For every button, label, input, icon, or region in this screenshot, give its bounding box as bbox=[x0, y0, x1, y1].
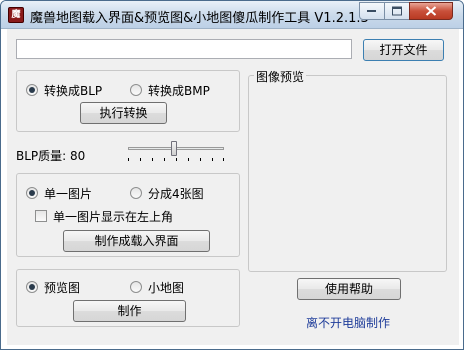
radio-to-bmp[interactable] bbox=[130, 84, 142, 96]
footer-credit: 离不开电脑制作 bbox=[306, 316, 391, 330]
slider-tick bbox=[176, 158, 177, 161]
minimize-icon bbox=[367, 10, 376, 12]
run-convert-button[interactable]: 执行转换 bbox=[80, 102, 167, 124]
topleft-checkbox-label[interactable]: 单一图片显示在左上角 bbox=[53, 208, 173, 225]
radio-preview-label[interactable]: 预览图 bbox=[44, 279, 80, 296]
slider-tick bbox=[128, 158, 129, 161]
make-button[interactable]: 制作 bbox=[73, 300, 186, 322]
window-title: 魔兽地图载入界面&预览图&小地图傻瓜制作工具 V1.2.1.3 bbox=[30, 11, 369, 26]
image-preview-group bbox=[248, 75, 447, 272]
radio-single-image[interactable] bbox=[26, 187, 38, 199]
blp-quality-slider[interactable] bbox=[125, 141, 227, 163]
slider-tick bbox=[212, 158, 213, 161]
slider-tick bbox=[164, 158, 165, 161]
slider-thumb[interactable] bbox=[171, 141, 178, 156]
close-button[interactable] bbox=[409, 2, 453, 20]
radio-minimap-label[interactable]: 小地图 bbox=[148, 279, 184, 296]
slider-tick bbox=[152, 158, 153, 161]
blp-quality-label: BLP质量: 80 bbox=[16, 149, 86, 163]
convert-panel: 转换成BLP 转换成BMP 执行转换 bbox=[16, 70, 240, 132]
slider-tick bbox=[140, 158, 141, 161]
minimize-button[interactable] bbox=[359, 2, 385, 20]
radio-split-four[interactable] bbox=[130, 187, 142, 199]
slider-tick bbox=[200, 158, 201, 161]
close-icon bbox=[425, 6, 437, 16]
radio-single-image-label[interactable]: 单一图片 bbox=[44, 185, 92, 202]
client-area: 打开文件 转换成BLP 转换成BMP 执行转换 BLP质量: 80 单一图片 分… bbox=[7, 29, 459, 345]
open-file-button[interactable]: 打开文件 bbox=[363, 39, 444, 61]
help-button[interactable]: 使用帮助 bbox=[297, 278, 401, 300]
app-icon: 魔 bbox=[8, 7, 24, 23]
make-loading-screen-button[interactable]: 制作成载入界面 bbox=[63, 230, 210, 252]
radio-to-bmp-label[interactable]: 转换成BMP bbox=[148, 82, 210, 99]
loading-screen-panel: 单一图片 分成4张图 单一图片显示在左上角 制作成载入界面 bbox=[16, 173, 240, 257]
slider-tick bbox=[223, 158, 224, 161]
file-path-input[interactable] bbox=[16, 39, 352, 59]
mode-panel: 预览图 小地图 制作 bbox=[16, 269, 240, 327]
title-bar[interactable]: 魔 魔兽地图载入界面&预览图&小地图傻瓜制作工具 V1.2.1.3 bbox=[1, 1, 463, 29]
radio-to-blp[interactable] bbox=[26, 84, 38, 96]
image-preview-title: 图像预览 bbox=[254, 68, 307, 85]
slider-tick bbox=[188, 158, 189, 161]
radio-preview[interactable] bbox=[26, 281, 38, 293]
app-window: 魔 魔兽地图载入界面&预览图&小地图傻瓜制作工具 V1.2.1.3 打开文件 转… bbox=[0, 0, 464, 350]
maximize-button[interactable] bbox=[384, 2, 410, 20]
topleft-checkbox[interactable] bbox=[35, 210, 47, 222]
radio-to-blp-label[interactable]: 转换成BLP bbox=[44, 82, 102, 99]
radio-split-four-label[interactable]: 分成4张图 bbox=[148, 185, 204, 202]
radio-minimap[interactable] bbox=[130, 281, 142, 293]
maximize-icon bbox=[392, 6, 402, 16]
